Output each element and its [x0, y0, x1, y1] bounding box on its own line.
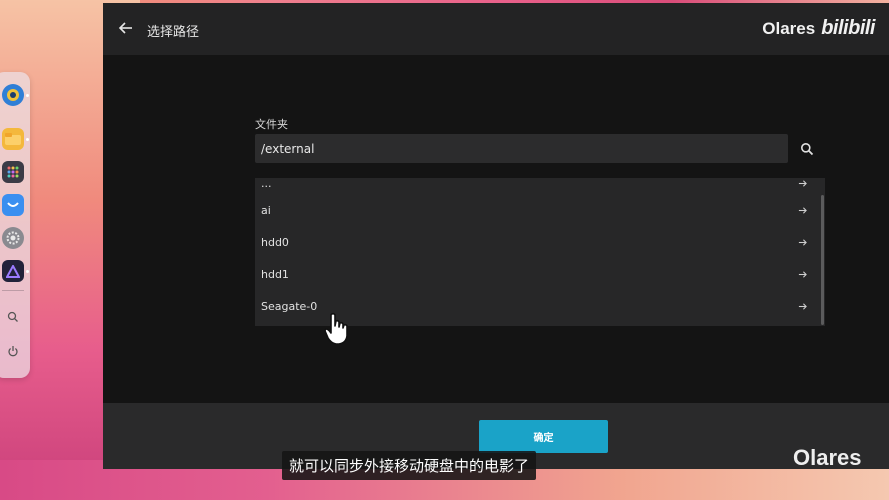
arrow-right-icon [798, 271, 807, 278]
search-button[interactable] [797, 139, 817, 159]
olares-watermark: Olares [793, 445, 862, 470]
brand-olares: Olares [762, 18, 816, 38]
arrow-right-icon [798, 239, 807, 246]
app-dock [0, 72, 30, 378]
video-subtitle: 就可以同步外接移动硬盘中的电影了 [282, 451, 537, 480]
back-arrow-icon[interactable] [118, 20, 134, 36]
search-icon [801, 143, 814, 156]
list-item-label: Seagate-0 [261, 300, 318, 313]
power-icon[interactable] [2, 340, 24, 362]
arrow-right-icon [798, 207, 807, 214]
running-indicator [26, 270, 29, 273]
running-indicator [26, 94, 29, 97]
ai-app-icon[interactable] [2, 84, 24, 106]
folder-label: 文件夹 [255, 118, 288, 131]
search-icon[interactable] [2, 306, 24, 328]
market-app-icon[interactable] [2, 194, 24, 216]
vault-app-icon[interactable] [2, 260, 24, 282]
list-item[interactable]: hdd0 [255, 227, 815, 258]
hand-cursor-icon [324, 312, 348, 345]
title-bar: 选择路径 Olares bilibili [103, 3, 889, 55]
list-item-label: hdd0 [261, 236, 289, 249]
arrow-right-icon [798, 180, 807, 187]
folder-list: ... ai hdd0 hdd1 Seagate-0 [255, 178, 825, 326]
files-app-icon[interactable] [2, 128, 24, 150]
bilibili-logo: bilibili [821, 17, 875, 39]
list-item-label: hdd1 [261, 268, 289, 281]
confirm-button[interactable]: 确定 [479, 420, 608, 453]
list-item-label: ai [261, 204, 271, 217]
page-title: 选择路径 [147, 25, 200, 40]
launchpad-icon[interactable] [2, 161, 24, 183]
list-item[interactable]: hdd1 [255, 259, 815, 290]
brand-logo: Olares bilibili [762, 17, 875, 40]
dock-divider [2, 290, 24, 291]
running-indicator [26, 138, 29, 141]
path-picker-panel: 文件夹 ... ai hdd0 hdd1 [103, 55, 889, 403]
list-item[interactable]: ai [255, 195, 815, 226]
arrow-right-icon [798, 303, 807, 310]
select-path-window: 选择路径 Olares bilibili 文件夹 ... ai hdd0 [103, 3, 889, 469]
list-item-label: ... [261, 178, 272, 190]
path-input[interactable] [255, 134, 788, 163]
settings-gear-icon[interactable] [2, 227, 24, 249]
list-scrollbar[interactable] [821, 195, 824, 325]
